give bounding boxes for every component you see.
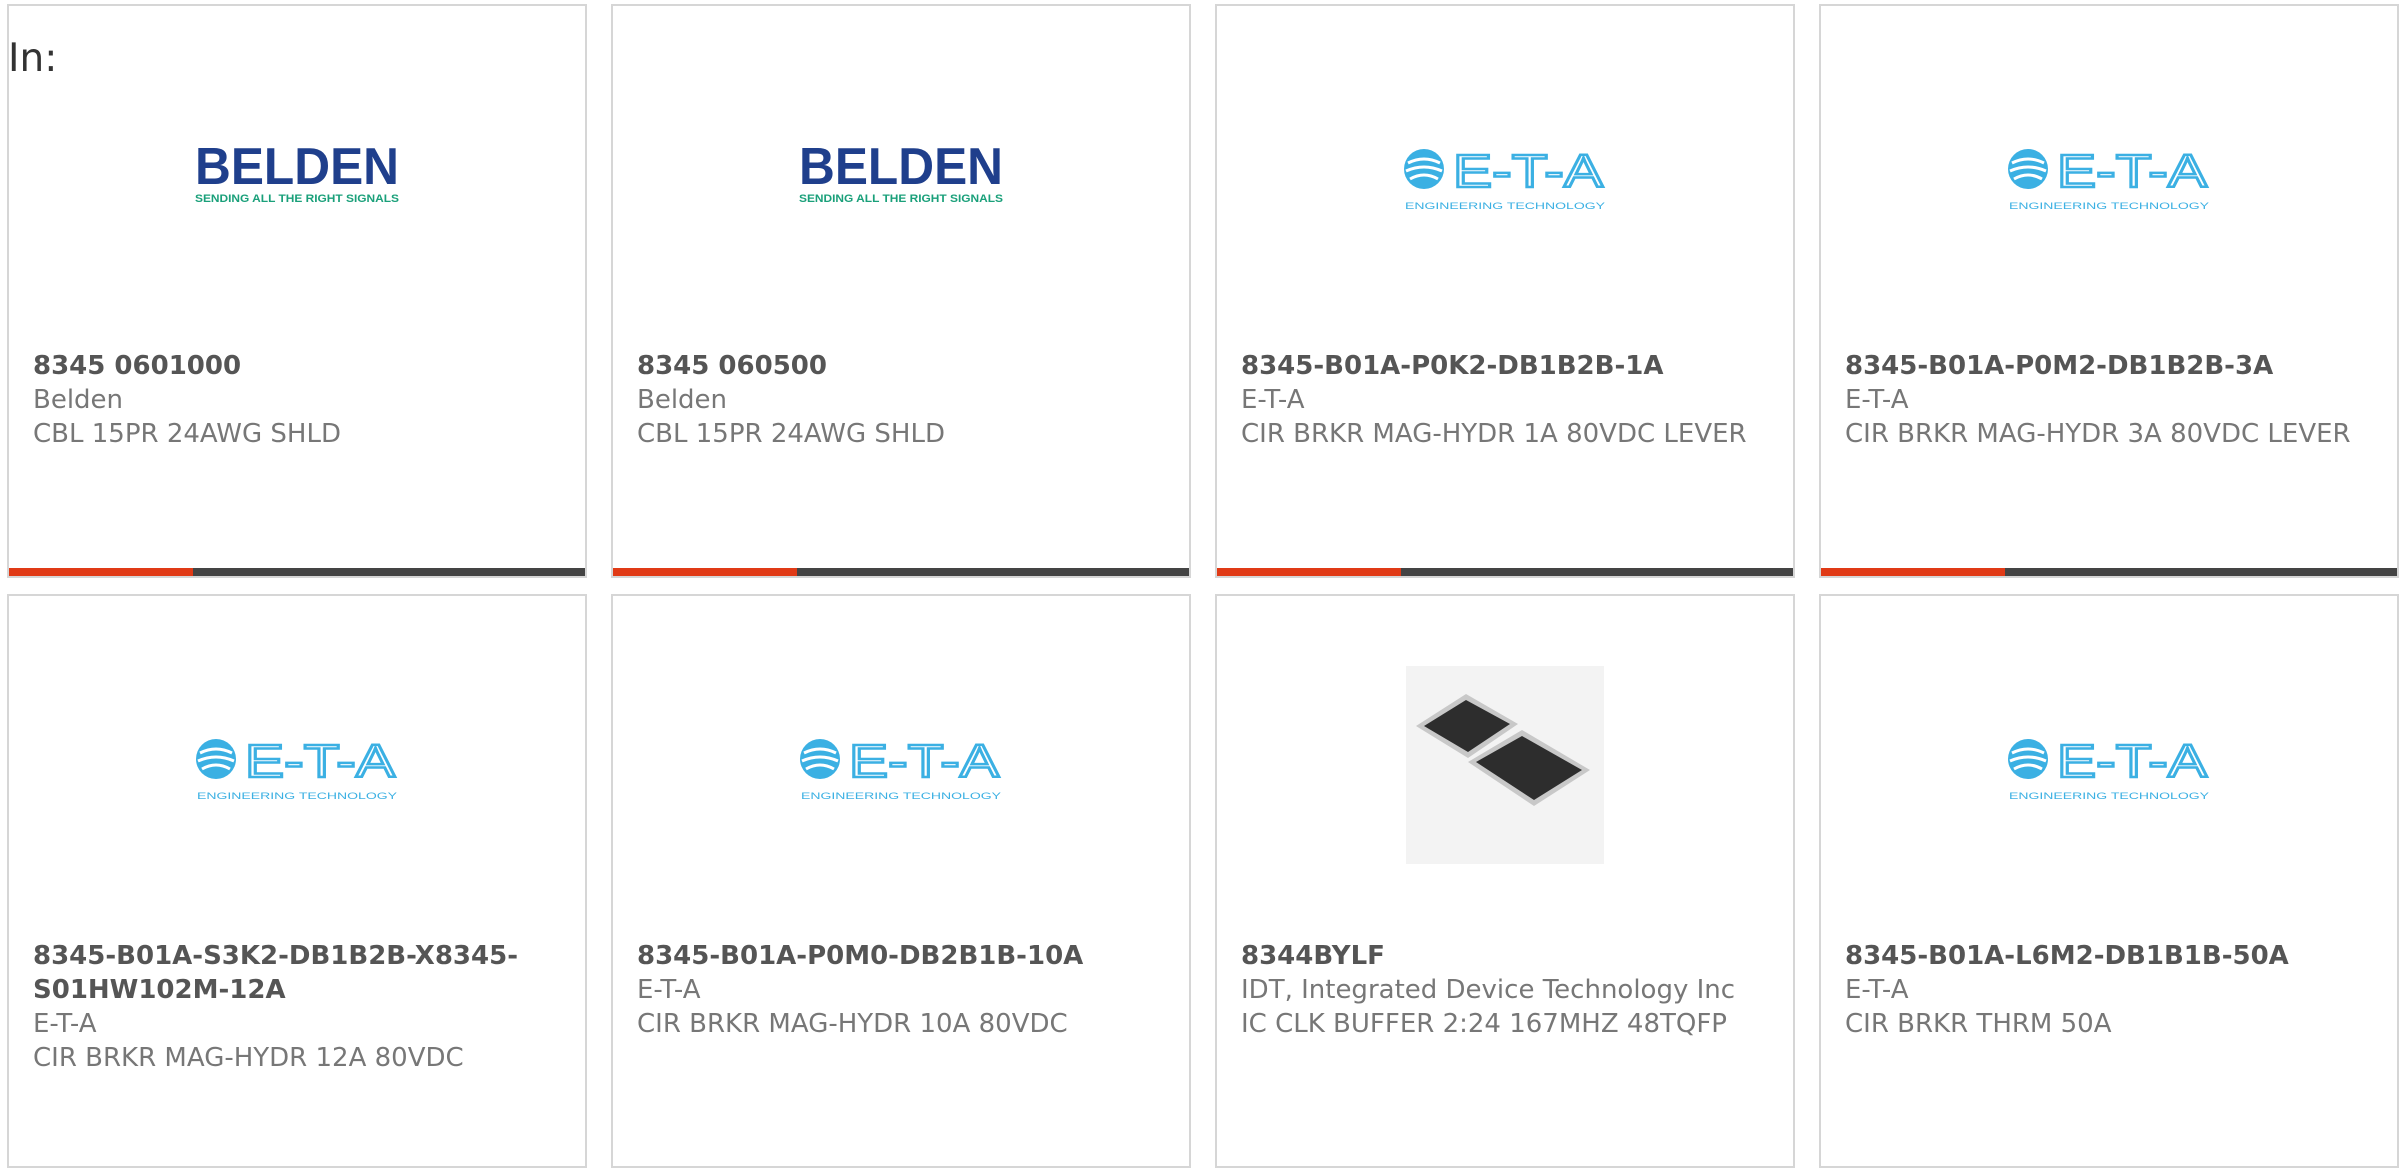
description: CBL 15PR 24AWG SHLD bbox=[33, 419, 341, 449]
logo-tagline: SENDING ALL THE RIGHT SIGNALS bbox=[799, 193, 1003, 205]
product-card[interactable]: BELDEN SENDING ALL THE RIGHT SIGNALS 834… bbox=[611, 4, 1191, 578]
logo-wordmark: E-T-A bbox=[2057, 735, 2207, 787]
logo-tagline: SENDING ALL THE RIGHT SIGNALS bbox=[195, 193, 399, 205]
product-card[interactable]: E-T-A ENGINEERING TECHNOLOGY 8345-B01A-S… bbox=[7, 594, 587, 1168]
card-progress-bar bbox=[1821, 568, 2397, 576]
manufacturer: E-T-A bbox=[637, 975, 701, 1005]
eta-logo: E-T-A ENGINEERING TECHNOLOGY bbox=[800, 734, 1001, 801]
manufacturer: E-T-A bbox=[1241, 385, 1305, 415]
page-label: In: bbox=[8, 36, 58, 81]
product-card[interactable]: 8344BYLF IDT, Integrated Device Technolo… bbox=[1215, 594, 1795, 1168]
part-number[interactable]: 8345 060500 bbox=[637, 349, 1165, 383]
product-image: E-T-A ENGINEERING TECHNOLOGY bbox=[1217, 70, 1793, 280]
product-image bbox=[1217, 660, 1793, 870]
logo-wordmark: E-T-A bbox=[245, 735, 395, 787]
progress-fill bbox=[9, 568, 194, 576]
manufacturer: E-T-A bbox=[1845, 385, 1909, 415]
description: CIR BRKR MAG-HYDR 3A 80VDC LEVER bbox=[1845, 419, 2351, 449]
eta-logo: E-T-A ENGINEERING TECHNOLOGY bbox=[2008, 734, 2209, 801]
progress-fill bbox=[1821, 568, 2006, 576]
logo-wordmark: BELDEN bbox=[799, 140, 1003, 196]
description: CIR BRKR THRM 50A bbox=[1845, 1009, 2112, 1039]
progress-fill bbox=[613, 568, 798, 576]
description: CBL 15PR 24AWG SHLD bbox=[637, 419, 945, 449]
description: CIR BRKR MAG-HYDR 10A 80VDC bbox=[637, 1009, 1068, 1039]
part-number[interactable]: 8345-B01A-L6M2-DB1B1B-50A bbox=[1845, 939, 2373, 973]
product-card[interactable]: BELDEN SENDING ALL THE RIGHT SIGNALS 834… bbox=[7, 4, 587, 578]
ic-chip-photo bbox=[1406, 666, 1604, 864]
part-number[interactable]: 8344BYLF bbox=[1241, 939, 1769, 973]
part-number[interactable]: 8345-B01A-P0K2-DB1B2B-1A bbox=[1241, 349, 1769, 383]
logo-tagline: ENGINEERING TECHNOLOGY bbox=[2009, 791, 2209, 801]
progress-fill bbox=[1217, 568, 1402, 576]
logo-wordmark: BELDEN bbox=[195, 140, 399, 196]
part-number[interactable]: 8345 0601000 bbox=[33, 349, 561, 383]
part-number[interactable]: 8345-B01A-S3K2-DB1B2B-X8345-S01HW102M-12… bbox=[33, 939, 561, 1007]
belden-logo: BELDEN SENDING ALL THE RIGHT SIGNALS bbox=[195, 140, 399, 205]
logo-wordmark: E-T-A bbox=[2057, 145, 2207, 197]
card-progress-bar bbox=[1217, 568, 1793, 576]
description: CIR BRKR MAG-HYDR 12A 80VDC bbox=[33, 1043, 464, 1073]
product-image: E-T-A ENGINEERING TECHNOLOGY bbox=[613, 660, 1189, 870]
eta-logo: E-T-A ENGINEERING TECHNOLOGY bbox=[196, 734, 397, 801]
card-progress-bar bbox=[9, 568, 585, 576]
product-card[interactable]: E-T-A ENGINEERING TECHNOLOGY 8345-B01A-P… bbox=[611, 594, 1191, 1168]
product-image: E-T-A ENGINEERING TECHNOLOGY bbox=[1821, 660, 2397, 870]
product-card[interactable]: E-T-A ENGINEERING TECHNOLOGY 8345-B01A-P… bbox=[1215, 4, 1795, 578]
card-progress-bar bbox=[613, 568, 1189, 576]
logo-tagline: ENGINEERING TECHNOLOGY bbox=[801, 791, 1001, 801]
product-card[interactable]: E-T-A ENGINEERING TECHNOLOGY 8345-B01A-P… bbox=[1819, 4, 2399, 578]
part-number[interactable]: 8345-B01A-P0M2-DB1B2B-3A bbox=[1845, 349, 2373, 383]
part-number[interactable]: 8345-B01A-P0M0-DB2B1B-10A bbox=[637, 939, 1165, 973]
logo-tagline: ENGINEERING TECHNOLOGY bbox=[1405, 201, 1605, 211]
manufacturer: Belden bbox=[33, 385, 124, 415]
manufacturer: E-T-A bbox=[33, 1009, 97, 1039]
logo-wordmark: E-T-A bbox=[849, 735, 999, 787]
eta-logo: E-T-A ENGINEERING TECHNOLOGY bbox=[2008, 144, 2209, 211]
logo-wordmark: E-T-A bbox=[1453, 145, 1603, 197]
description: CIR BRKR MAG-HYDR 1A 80VDC LEVER bbox=[1241, 419, 1747, 449]
product-image: E-T-A ENGINEERING TECHNOLOGY bbox=[1821, 70, 2397, 280]
manufacturer: IDT, Integrated Device Technology Inc bbox=[1241, 975, 1736, 1005]
eta-logo: E-T-A ENGINEERING TECHNOLOGY bbox=[1404, 144, 1605, 211]
logo-tagline: ENGINEERING TECHNOLOGY bbox=[2009, 201, 2209, 211]
belden-logo: BELDEN SENDING ALL THE RIGHT SIGNALS bbox=[799, 140, 1003, 205]
product-image: E-T-A ENGINEERING TECHNOLOGY bbox=[9, 660, 585, 870]
manufacturer: Belden bbox=[637, 385, 728, 415]
description: IC CLK BUFFER 2:24 167MHZ 48TQFP bbox=[1241, 1009, 1727, 1039]
manufacturer: E-T-A bbox=[1845, 975, 1909, 1005]
product-image: BELDEN SENDING ALL THE RIGHT SIGNALS bbox=[9, 70, 585, 280]
product-card[interactable]: E-T-A ENGINEERING TECHNOLOGY 8345-B01A-L… bbox=[1819, 594, 2399, 1168]
product-image: BELDEN SENDING ALL THE RIGHT SIGNALS bbox=[613, 70, 1189, 280]
logo-tagline: ENGINEERING TECHNOLOGY bbox=[197, 791, 397, 801]
